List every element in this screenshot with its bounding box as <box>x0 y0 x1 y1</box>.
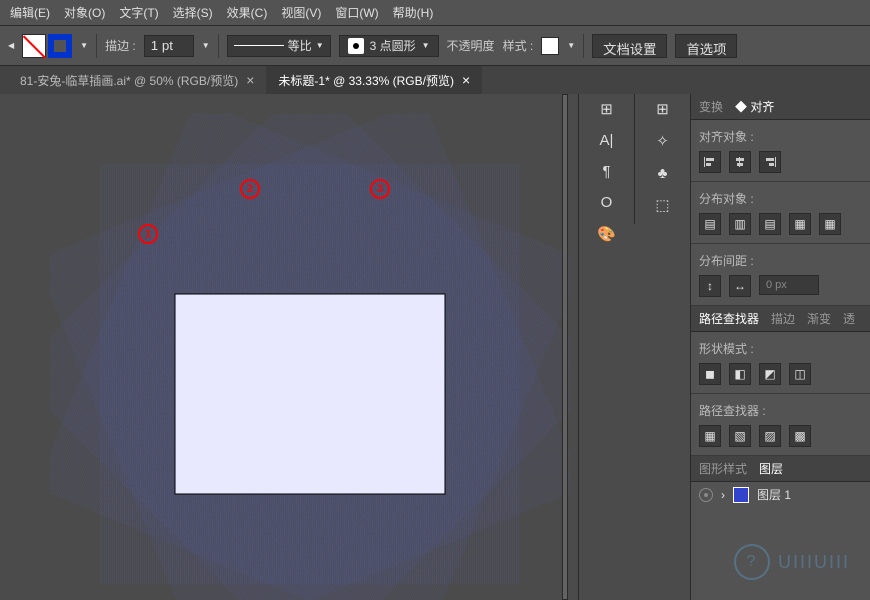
document-setup-button[interactable]: 文档设置 <box>592 34 667 58</box>
annotation-1: 1 <box>138 224 158 244</box>
swatches-icon[interactable]: ⊞ <box>598 100 616 118</box>
stroke-profile-select[interactable]: 等比 ▼ <box>227 35 331 57</box>
brushes-icon[interactable]: ✧ <box>654 132 672 150</box>
stroke-swatch[interactable] <box>48 34 72 58</box>
menu-text[interactable]: 文字(T) <box>119 4 158 21</box>
menu-view[interactable]: 视图(V) <box>281 4 321 21</box>
tab-stroke[interactable]: 描边 <box>771 310 795 327</box>
chevron-down-icon[interactable]: ▼ <box>567 41 575 50</box>
spacing-v-icon[interactable]: ↕ <box>699 275 721 297</box>
layer-thumbnail <box>733 487 749 503</box>
exclude-icon[interactable]: ◫ <box>789 363 811 385</box>
artboards-icon[interactable]: ⬚ <box>654 196 672 214</box>
tab-graphic-styles[interactable]: 图形样式 <box>699 460 747 477</box>
document-tabs: 81-安兔-临草插画.ai* @ 50% (RGB/预览) × 未标题-1* @… <box>0 66 870 94</box>
chevron-right-icon[interactable]: › <box>721 488 725 502</box>
minus-front-icon[interactable]: ◧ <box>729 363 751 385</box>
tab-layers[interactable]: 图层 <box>759 460 783 477</box>
tab-document-1[interactable]: 81-安兔-临草插画.ai* @ 50% (RGB/预览) × <box>8 66 266 94</box>
tab-document-2[interactable]: 未标题-1* @ 33.33% (RGB/预览) × <box>266 66 482 94</box>
character-icon[interactable]: A| <box>598 132 616 149</box>
unite-icon[interactable]: ◼ <box>699 363 721 385</box>
watermark: UIIIUIII <box>734 544 850 580</box>
distribute-bottom-icon[interactable]: ▤ <box>759 213 781 235</box>
crop-icon[interactable]: ▩ <box>789 425 811 447</box>
pathfinder-ops-label: 路径查找器 : <box>699 402 862 419</box>
menu-effect[interactable]: 效果(C) <box>227 4 268 21</box>
color-icon[interactable]: 🎨 <box>598 225 616 243</box>
tab-transparency[interactable]: 透 <box>843 310 855 327</box>
opacity-label: 不透明度 <box>447 37 495 54</box>
intersect-icon[interactable]: ◩ <box>759 363 781 385</box>
chevron-down-icon[interactable]: ▼ <box>80 41 88 50</box>
collapsed-panel-2: ⊞ ✧ ♣ ⬚ <box>635 94 691 224</box>
artwork-svg <box>50 114 570 600</box>
trim-icon[interactable]: ▧ <box>729 425 751 447</box>
tab-transform[interactable]: 变换 <box>699 98 723 115</box>
menu-window[interactable]: 窗口(W) <box>335 4 378 21</box>
fill-swatch[interactable] <box>22 34 46 58</box>
align-objects-label: 对齐对象 : <box>699 128 862 145</box>
shape-modes-label: 形状模式 : <box>699 340 862 357</box>
visibility-toggle-icon[interactable] <box>699 488 713 502</box>
control-bar: ◀ ▼ 描边 : ▼ 等比 ▼ 3 点圆形 ▼ 不透明度 样式 : ▼ 文档设置… <box>0 26 870 66</box>
distribute-vcenter-icon[interactable]: ▥ <box>729 213 751 235</box>
paragraph-icon[interactable]: ¶ <box>598 163 616 180</box>
menu-object[interactable]: 对象(O) <box>64 4 105 21</box>
align-right-icon[interactable] <box>759 151 781 173</box>
align-hcenter-icon[interactable] <box>729 151 751 173</box>
close-icon[interactable]: × <box>462 72 470 88</box>
distribute-left-icon[interactable]: ▦ <box>789 213 811 235</box>
align-left-icon[interactable] <box>699 151 721 173</box>
panel-stack: 变换 ◆ 对齐 对齐对象 : 分布对象 : ▤ ▥ ▤ ▦ ▦ 分布间距 : <box>690 94 870 600</box>
close-icon[interactable]: × <box>246 72 254 88</box>
stroke-label: 描边 : <box>105 37 136 54</box>
annotation-2: 2 <box>240 179 260 199</box>
menu-help[interactable]: 帮助(H) <box>393 4 434 21</box>
opentype-icon[interactable]: O <box>598 194 616 211</box>
tab-pathfinder[interactable]: 路径查找器 <box>699 310 759 327</box>
style-swatch[interactable] <box>541 37 559 55</box>
distribute-objects-label: 分布对象 : <box>699 190 862 207</box>
divide-icon[interactable]: ▦ <box>699 425 721 447</box>
brush-select[interactable]: 3 点圆形 ▼ <box>339 35 439 57</box>
swatches2-icon[interactable]: ♣ <box>654 164 672 182</box>
tab-align[interactable]: ◆ 对齐 <box>735 98 774 115</box>
menu-bar: 编辑(E) 对象(O) 文字(T) 选择(S) 效果(C) 视图(V) 窗口(W… <box>0 0 870 26</box>
style-label: 样式 : <box>503 37 534 54</box>
symbols-icon[interactable]: ⊞ <box>654 100 672 118</box>
stroke-weight-input[interactable] <box>144 35 194 57</box>
merge-icon[interactable]: ▨ <box>759 425 781 447</box>
menu-edit[interactable]: 编辑(E) <box>10 4 50 21</box>
distribute-right-icon[interactable]: ▦ <box>819 213 841 235</box>
chevron-left-icon[interactable]: ◀ <box>8 41 14 50</box>
chevron-down-icon[interactable]: ▼ <box>202 41 210 50</box>
distribute-top-icon[interactable]: ▤ <box>699 213 721 235</box>
menu-select[interactable]: 选择(S) <box>173 4 213 21</box>
layer-row[interactable]: › 图层 1 <box>691 482 870 507</box>
spacing-value-input[interactable] <box>759 275 819 295</box>
spacing-h-icon[interactable]: ↔ <box>729 275 751 297</box>
preferences-button[interactable]: 首选项 <box>675 34 737 58</box>
collapsed-panel-1: ⊞ A| ¶ O 🎨 <box>579 94 635 224</box>
layer-name[interactable]: 图层 1 <box>757 486 791 503</box>
tab-gradient[interactable]: 渐变 <box>807 310 831 327</box>
scrollbar-vertical[interactable] <box>562 94 568 600</box>
distribute-spacing-label: 分布间距 : <box>699 252 862 269</box>
annotation-3: 3 <box>370 179 390 199</box>
canvas-area[interactable]: 1 2 3 <box>0 94 578 600</box>
